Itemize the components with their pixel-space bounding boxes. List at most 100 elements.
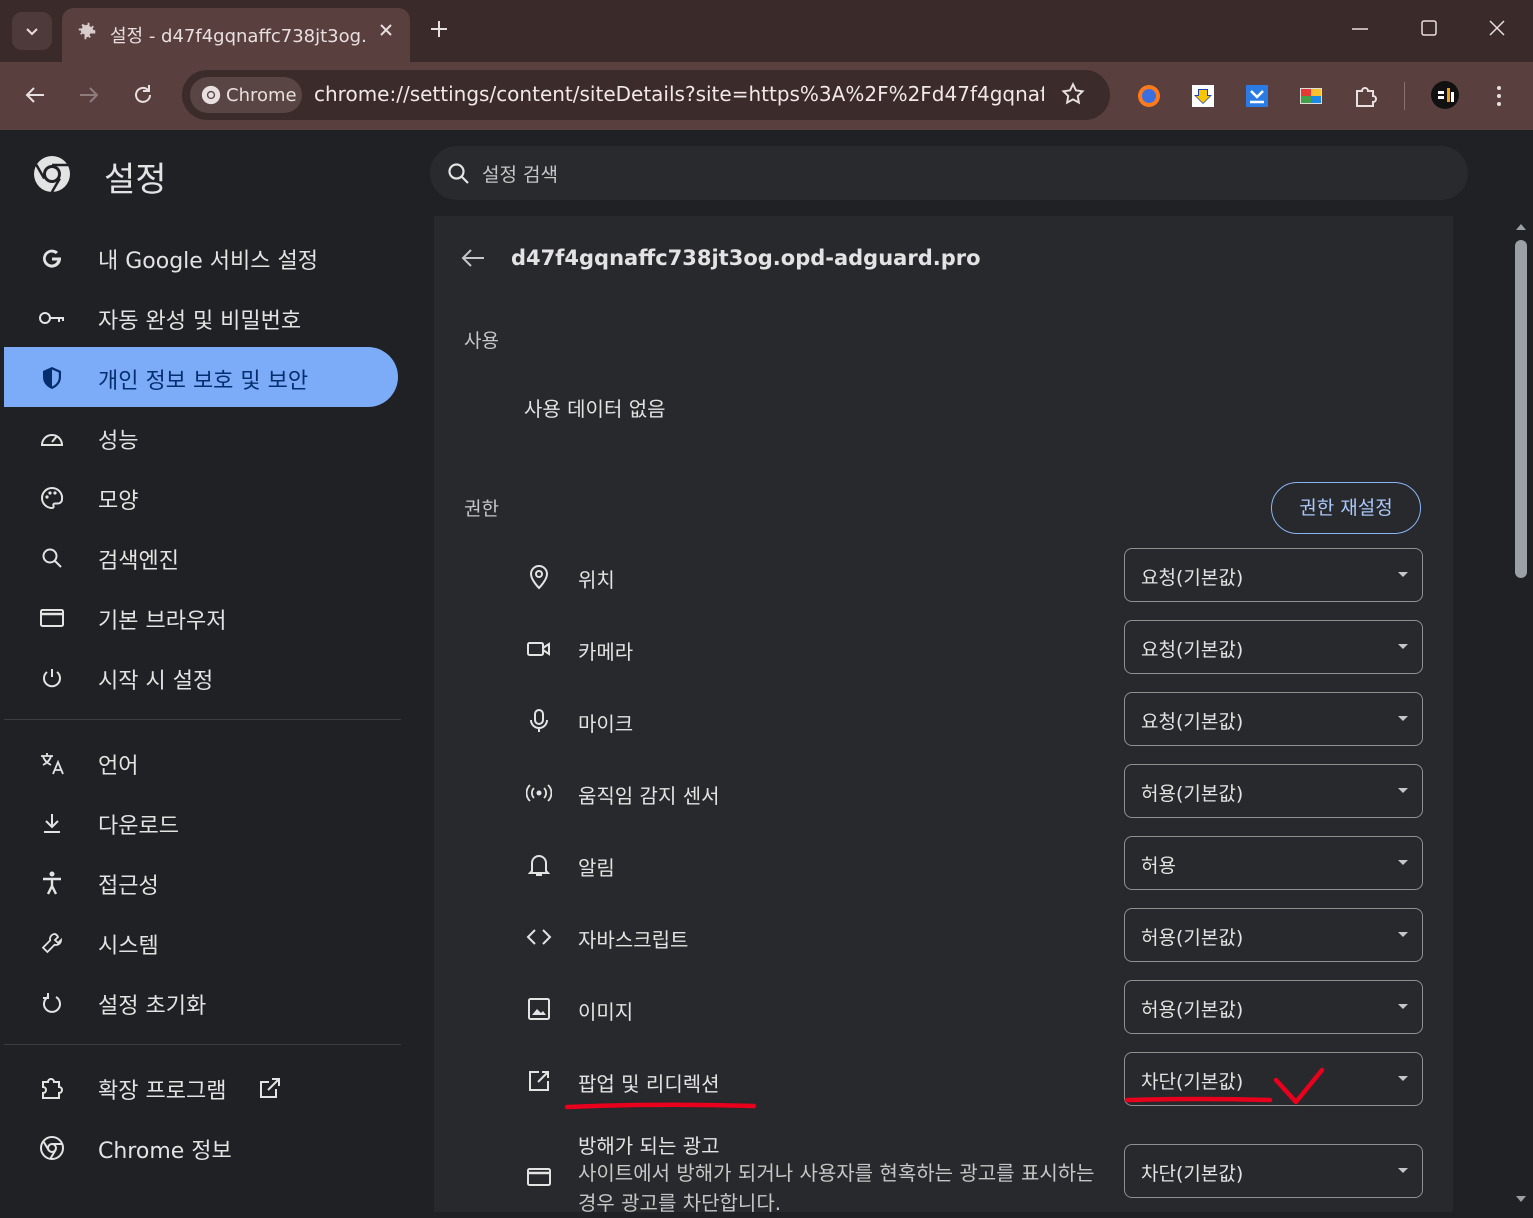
permission-select-location[interactable]: 요청(기본값) [1124,548,1423,602]
search-icon [448,163,469,184]
translate-icon [38,749,66,777]
key-icon [38,304,66,332]
sidebar-item-label: 시스템 [98,934,159,959]
sidebar-item-default-browser[interactable]: 기본 브라우저 [4,587,398,647]
permission-select-motion-sensors[interactable]: 허용(기본값) [1124,764,1423,818]
puzzle-extensions-icon[interactable] [1352,83,1378,109]
sidebar-item-label: 기본 브라우저 [98,609,227,634]
speedometer-icon [38,424,66,452]
select-value: 허용(기본값) [1141,783,1244,805]
sidebar-item-label: 확장 프로그램 [98,1079,227,1104]
scrollbar-thumb[interactable] [1515,240,1527,578]
permission-label: 자바스크립트 [578,928,689,952]
permission-row-images: 이미지 허용(기본값) [434,976,1453,1048]
sensor-icon [526,780,552,806]
permission-label: 카메라 [578,640,634,664]
profile-avatar-icon[interactable] [1430,80,1460,110]
sidebar-item-search-engine[interactable]: 검색엔진 [4,527,398,587]
sidebar-item-about-chrome[interactable]: Chrome 정보 [4,1117,398,1177]
dropdown-caret-icon [1398,1004,1408,1009]
sidebar-item-google-services[interactable]: 내 Google 서비스 설정 [4,227,398,287]
sidebar-item-privacy[interactable]: 개인 정보 보호 및 보안 [4,347,398,407]
dropdown-caret-icon [1398,788,1408,793]
location-pin-icon [526,564,552,590]
power-icon [38,664,66,692]
usage-value: 사용 데이터 없음 [524,397,666,421]
sidebar-item-downloads[interactable]: 다운로드 [4,792,398,852]
sidebar-item-extensions[interactable]: 확장 프로그램 [4,1057,398,1117]
download-icon [38,809,66,837]
sidebar-item-appearance[interactable]: 모양 [4,467,398,527]
permissions-section-label: 권한 [464,498,499,520]
firefox-extension-icon[interactable] [1136,83,1162,109]
permission-select-images[interactable]: 허용(기본값) [1124,980,1423,1034]
settings-sidebar: 내 Google 서비스 설정 자동 완성 및 비밀번호 개인 정보 보호 및 … [0,216,420,1212]
chrome-icon [38,1134,66,1162]
search-placeholder: 설정 검색 [482,164,558,186]
blue-download-extension-icon[interactable] [1244,83,1270,109]
sidebar-item-languages[interactable]: 언어 [4,732,398,792]
select-value: 요청(기본값) [1141,711,1244,733]
permission-description: 사이트에서 방해가 되거나 사용자를 현혹하는 광고를 표시하는 경우 광고를 … [578,1161,1095,1215]
permission-row-popups: 팝업 및 리디렉션 차단(기본값) [434,1048,1453,1120]
permission-select-notifications[interactable]: 허용 [1124,836,1423,890]
forward-icon[interactable] [76,82,102,108]
sidebar-item-label: 다운로드 [98,814,179,839]
permission-label: 알림 [578,856,615,880]
new-tab-icon[interactable] [426,16,452,42]
back-arrow-icon[interactable] [460,246,486,270]
back-icon[interactable] [22,82,48,108]
dropdown-caret-icon [1398,572,1408,577]
permission-select-javascript[interactable]: 허용(기본값) [1124,908,1423,962]
sidebar-item-on-startup[interactable]: 시작 시 설정 [4,647,398,707]
sidebar-divider [4,719,401,720]
permission-select-popups[interactable]: 차단(기본값) [1124,1052,1423,1106]
sidebar-item-reset[interactable]: 설정 초기화 [4,972,398,1032]
permission-select-microphone[interactable]: 요청(기본값) [1124,692,1423,746]
permission-select-intrusive-ads[interactable]: 차단(기본값) [1124,1144,1423,1198]
scroll-up-icon[interactable] [1515,222,1527,232]
bookmark-star-icon[interactable] [1060,81,1086,107]
reload-icon[interactable] [130,82,156,108]
sidebar-item-label: 성능 [98,429,139,454]
color-extension-icon[interactable] [1298,83,1324,109]
url-text[interactable]: chrome://settings/content/siteDetails?si… [314,82,1044,106]
permission-label: 방해가 되는 광고 [578,1134,720,1158]
select-value: 요청(기본값) [1141,639,1244,661]
minimize-icon[interactable] [1350,18,1370,38]
window-close-icon[interactable] [1487,18,1507,38]
sidebar-item-performance[interactable]: 성능 [4,407,398,467]
permission-row-location: 위치 요청(기본값) [434,544,1453,616]
address-bar[interactable]: Chrome chrome://settings/content/siteDet… [182,70,1110,120]
site-info-chip[interactable]: Chrome [190,77,302,113]
active-tab[interactable]: 설정 - d47f4gqnaffc738jt3og.o [62,8,410,62]
tab-title: 설정 - d47f4gqnaffc738jt3og.o [110,26,365,47]
sidebar-item-label: 자동 완성 및 비밀번호 [98,309,302,334]
download-extension-icon[interactable] [1190,83,1216,109]
permission-select-camera[interactable]: 요청(기본값) [1124,620,1423,674]
chrome-logo-icon [201,85,221,105]
bell-icon [526,852,552,878]
sidebar-item-autofill[interactable]: 자동 완성 및 비밀번호 [4,287,398,347]
search-icon [38,544,66,572]
reset-permissions-button[interactable]: 권한 재설정 [1271,482,1421,534]
gear-icon [78,22,96,40]
sidebar-item-label: 언어 [98,754,139,779]
page-scrollbar[interactable] [1510,216,1533,1212]
settings-search-input[interactable]: 설정 검색 [430,146,1468,200]
sidebar-item-accessibility[interactable]: 접근성 [4,852,398,912]
maximize-icon[interactable] [1419,18,1439,38]
browser-window-icon [38,604,66,632]
close-icon[interactable] [377,21,395,39]
sidebar-item-system[interactable]: 시스템 [4,912,398,972]
site-details-panel: d47f4gqnaffc738jt3og.opd-adguard.pro 사용 … [434,216,1453,1215]
site-title: d47f4gqnaffc738jt3og.opd-adguard.pro [511,246,981,270]
image-icon [526,996,552,1022]
more-menu-icon[interactable] [1487,83,1511,109]
dropdown-caret-icon [1398,932,1408,937]
scroll-down-icon[interactable] [1515,1194,1527,1204]
tab-strip: 설정 - d47f4gqnaffc738jt3og.o [0,0,1533,62]
dropdown-caret-icon [1398,644,1408,649]
tab-search-button[interactable] [12,12,52,50]
open-in-new-icon [260,1078,280,1098]
